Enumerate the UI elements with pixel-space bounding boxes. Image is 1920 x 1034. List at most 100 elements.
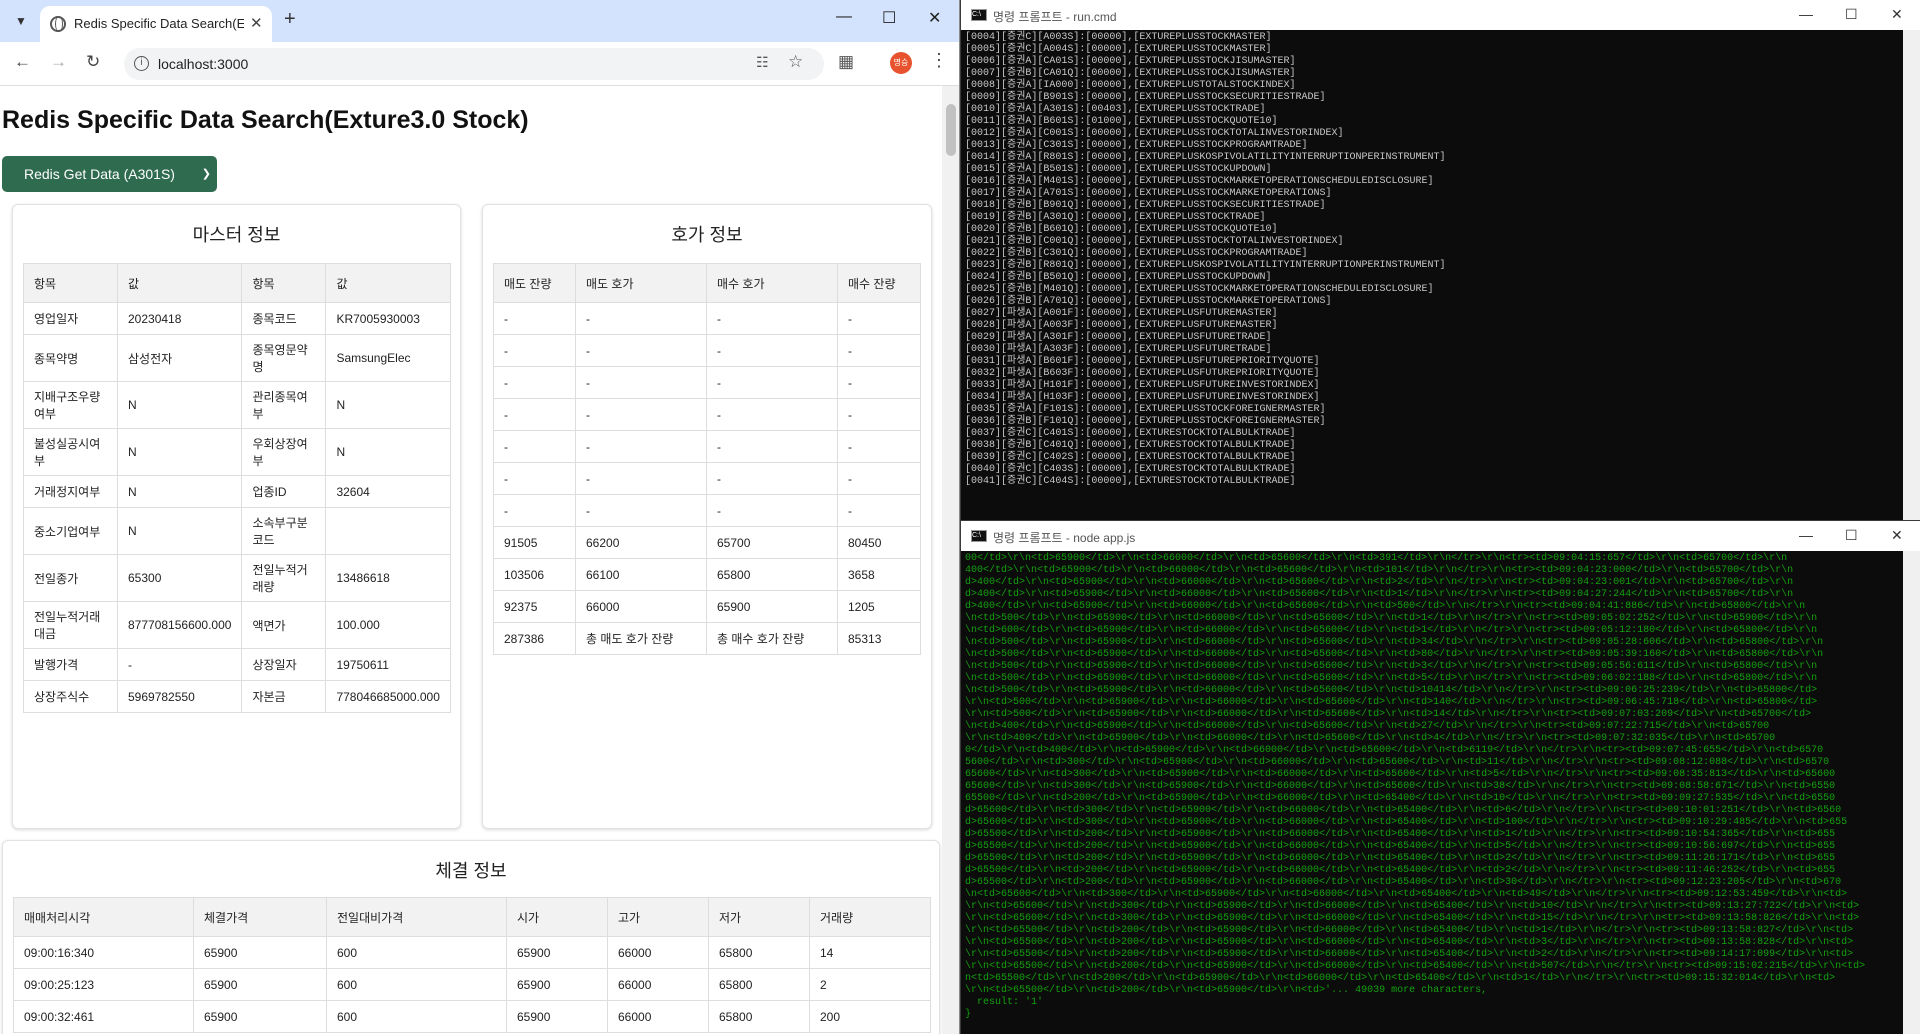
trade-cell: 65900 — [506, 936, 608, 969]
master-cell: N — [116, 507, 243, 555]
console-line: \n<td>65600</td>\r\n<td>300</td>\r\n<td>… — [965, 889, 1848, 900]
quote-cell: - — [837, 462, 921, 495]
site-info-icon[interactable]: i — [134, 56, 149, 71]
console-line: [0012][증권A][C001S]:[00000],[EXTUREPLUSST… — [965, 128, 1344, 139]
console-line: [0011][증권A][B601S]:[01000],[EXTUREPLUSST… — [965, 116, 1278, 127]
master-cell: 우회상장여부 — [241, 428, 327, 476]
quote-cell: - — [493, 430, 576, 463]
quote-row: 287386 총 매도 호가 잔량 총 매수 호가 잔량 85313 — [493, 622, 921, 655]
close-window-icon[interactable]: ✕ — [928, 8, 941, 28]
quote-cell: - — [493, 398, 576, 431]
quote-cell: - — [837, 302, 921, 335]
console-title: 명령 프롬프트 - run.cmd — [993, 10, 1117, 24]
quote-cell: - — [493, 494, 576, 527]
trade-heading: 체결 정보 — [435, 861, 507, 881]
quote-cell: - — [575, 462, 707, 495]
quote-row: ---- — [493, 494, 921, 527]
console-line: [0010][증권A][A301S]:[00403],[EXTUREPLUSST… — [965, 104, 1266, 115]
master-cell: 상장주식수 — [23, 680, 118, 713]
address-bar[interactable]: i localhost:3000 ☷ ☆ — [124, 48, 824, 80]
browser-window: ▼ Redis Specific Data Search(Exture3.0 S… — [0, 0, 960, 1034]
master-cell: 778046685000.000 — [325, 680, 451, 713]
master-header: 항목 — [241, 263, 327, 303]
quote-cell: 65900 — [706, 590, 838, 623]
quote-cell: - — [493, 462, 576, 495]
console-line: [0039][증권C][C402S]:[00000],[EXTURESTOCKT… — [965, 452, 1296, 463]
minimize-icon[interactable]: — — [836, 8, 852, 26]
quote-cell: - — [706, 366, 838, 399]
tab-title: Redis Specific Data Search(Exture3.0 Sto… — [74, 16, 244, 31]
select-value: Redis Get Data (A301S) — [24, 166, 175, 182]
quote-heading: 호가 정보 — [671, 225, 743, 245]
console-line: 0</td>\r\n<td>400</td>\r\n<td>65900</td>… — [965, 745, 1824, 756]
console-scrollbar[interactable] — [1903, 551, 1920, 1034]
quote-cell: 85313 — [837, 622, 921, 655]
master-cell: 발행가격 — [23, 648, 118, 681]
master-cell: 액면가 — [241, 601, 327, 649]
back-icon[interactable]: ← — [14, 52, 31, 72]
master-row: 불성실공시여부 N 우회상장여부 N — [23, 428, 451, 476]
master-row: 전일누적거래대금 877708156600.000 액면가 100.000 — [23, 601, 451, 649]
redis-data-select[interactable]: Redis Get Data (A301S) ❯ — [2, 156, 217, 192]
console-line: [0019][증권B][A301Q]:[00000],[EXTUREPLUSST… — [965, 212, 1266, 223]
url-text[interactable]: localhost:3000 — [158, 56, 248, 72]
reload-icon[interactable]: ↻ — [86, 52, 100, 72]
close-window-icon[interactable]: ✕ — [1891, 6, 1903, 23]
profile-avatar[interactable]: 명승 — [890, 52, 912, 74]
trade-cell: 65800 — [708, 1000, 810, 1033]
console-line: [0006][증권A][CA01S]:[00000],[EXTUREPLUSST… — [965, 56, 1296, 67]
quote-cell: - — [706, 398, 838, 431]
browser-tab[interactable]: Redis Specific Data Search(Exture3.0 Sto… — [40, 6, 272, 42]
new-tab-icon[interactable]: + — [284, 8, 296, 31]
master-info-card: 마스터 정보 항목 값 항목 값 영업일자 20230418 종목코드 KR70059… — [12, 204, 461, 829]
trade-cell: 65900 — [506, 968, 608, 1001]
console-line: \r\n<td>65500</td>\r\n<td>200</td>\r\n<t… — [965, 925, 1854, 936]
console-line: \n<td>400</td>\r\n<td>65900</td>\r\n<td>… — [965, 721, 1770, 732]
master-row: 종목약명 삼성전자 종목영문약명 SamsungElec — [23, 334, 451, 382]
scrollbar-thumb[interactable] — [946, 104, 956, 156]
maximize-icon[interactable]: ☐ — [882, 8, 896, 28]
extensions-icon[interactable]: ▦ — [838, 52, 854, 72]
quote-cell: 80450 — [837, 526, 921, 559]
globe-icon — [50, 16, 66, 32]
forward-icon[interactable]: → — [50, 52, 67, 72]
close-tab-icon[interactable]: ✕ — [250, 14, 263, 32]
master-cell: 영업일자 — [23, 302, 118, 335]
terminal-icon: C:\ — [971, 9, 987, 21]
trade-cell: 09:00:32:461 — [13, 1000, 194, 1033]
master-header: 항목 — [23, 263, 118, 303]
master-row: 지배구조우량여부 N 관리종목여부 N — [23, 381, 451, 429]
quote-cell: - — [493, 302, 576, 335]
console-line: d>400</td>\r\n<td>65900</td>\r\n<td>6600… — [965, 577, 1794, 588]
translate-icon[interactable]: ☷ — [756, 54, 769, 71]
console-line: d>400</td>\r\n<td>65900</td>\r\n<td>6600… — [965, 601, 1806, 612]
quote-cell: 총 매수 호가 잔량 — [706, 622, 838, 655]
console-line: [0008][증권A][IA000]:[00000],[EXTUREPLUSTO… — [965, 80, 1296, 91]
minimize-icon[interactable]: — — [1799, 527, 1813, 543]
chevron-down-icon: ❯ — [201, 168, 211, 180]
close-window-icon[interactable]: ✕ — [1891, 527, 1903, 544]
page-scrollbar[interactable] — [942, 86, 959, 1034]
maximize-icon[interactable]: ☐ — [1845, 527, 1858, 544]
minimize-icon[interactable]: — — [1799, 6, 1813, 22]
master-cell — [325, 507, 451, 555]
master-cell: 업종ID — [241, 475, 327, 508]
console-line: [0017][증권A][A701S]:[00000],[EXTUREPLUSST… — [965, 188, 1332, 199]
quote-info-card: 호가 정보 매도 잔량 매도 호가 매수 호가 매수 잔량 ----------… — [482, 204, 932, 829]
quote-header: 매수 잔량 — [837, 263, 921, 303]
console-line: [0032][파생A][B603F]:[00000],[EXTUREPLUSFU… — [965, 368, 1320, 379]
quote-cell: 65700 — [706, 526, 838, 559]
quote-cell: - — [575, 430, 707, 463]
browser-menu-icon[interactable]: ⋮ — [930, 50, 948, 71]
console-line: 65600</td>\r\n<td>300</td>\r\n<td>65900<… — [965, 769, 1836, 780]
quote-row: ---- — [493, 302, 921, 335]
bookmark-star-icon[interactable]: ☆ — [788, 52, 803, 72]
console-line: d>65600</td>\r\n<td>300</td>\r\n<td>6590… — [965, 817, 1848, 828]
trade-row: 09:00:32:461 65900 600 65900 66000 65800 200 — [13, 1000, 931, 1033]
console-scrollbar[interactable] — [1903, 30, 1920, 520]
console-line: \n<td>500</td>\r\n<td>65900</td>\r\n<td>… — [965, 661, 1818, 672]
master-heading: 마스터 정보 — [192, 225, 281, 245]
tab-search-icon[interactable]: ▼ — [8, 8, 34, 34]
quote-cell: - — [706, 462, 838, 495]
maximize-icon[interactable]: ☐ — [1845, 6, 1858, 23]
